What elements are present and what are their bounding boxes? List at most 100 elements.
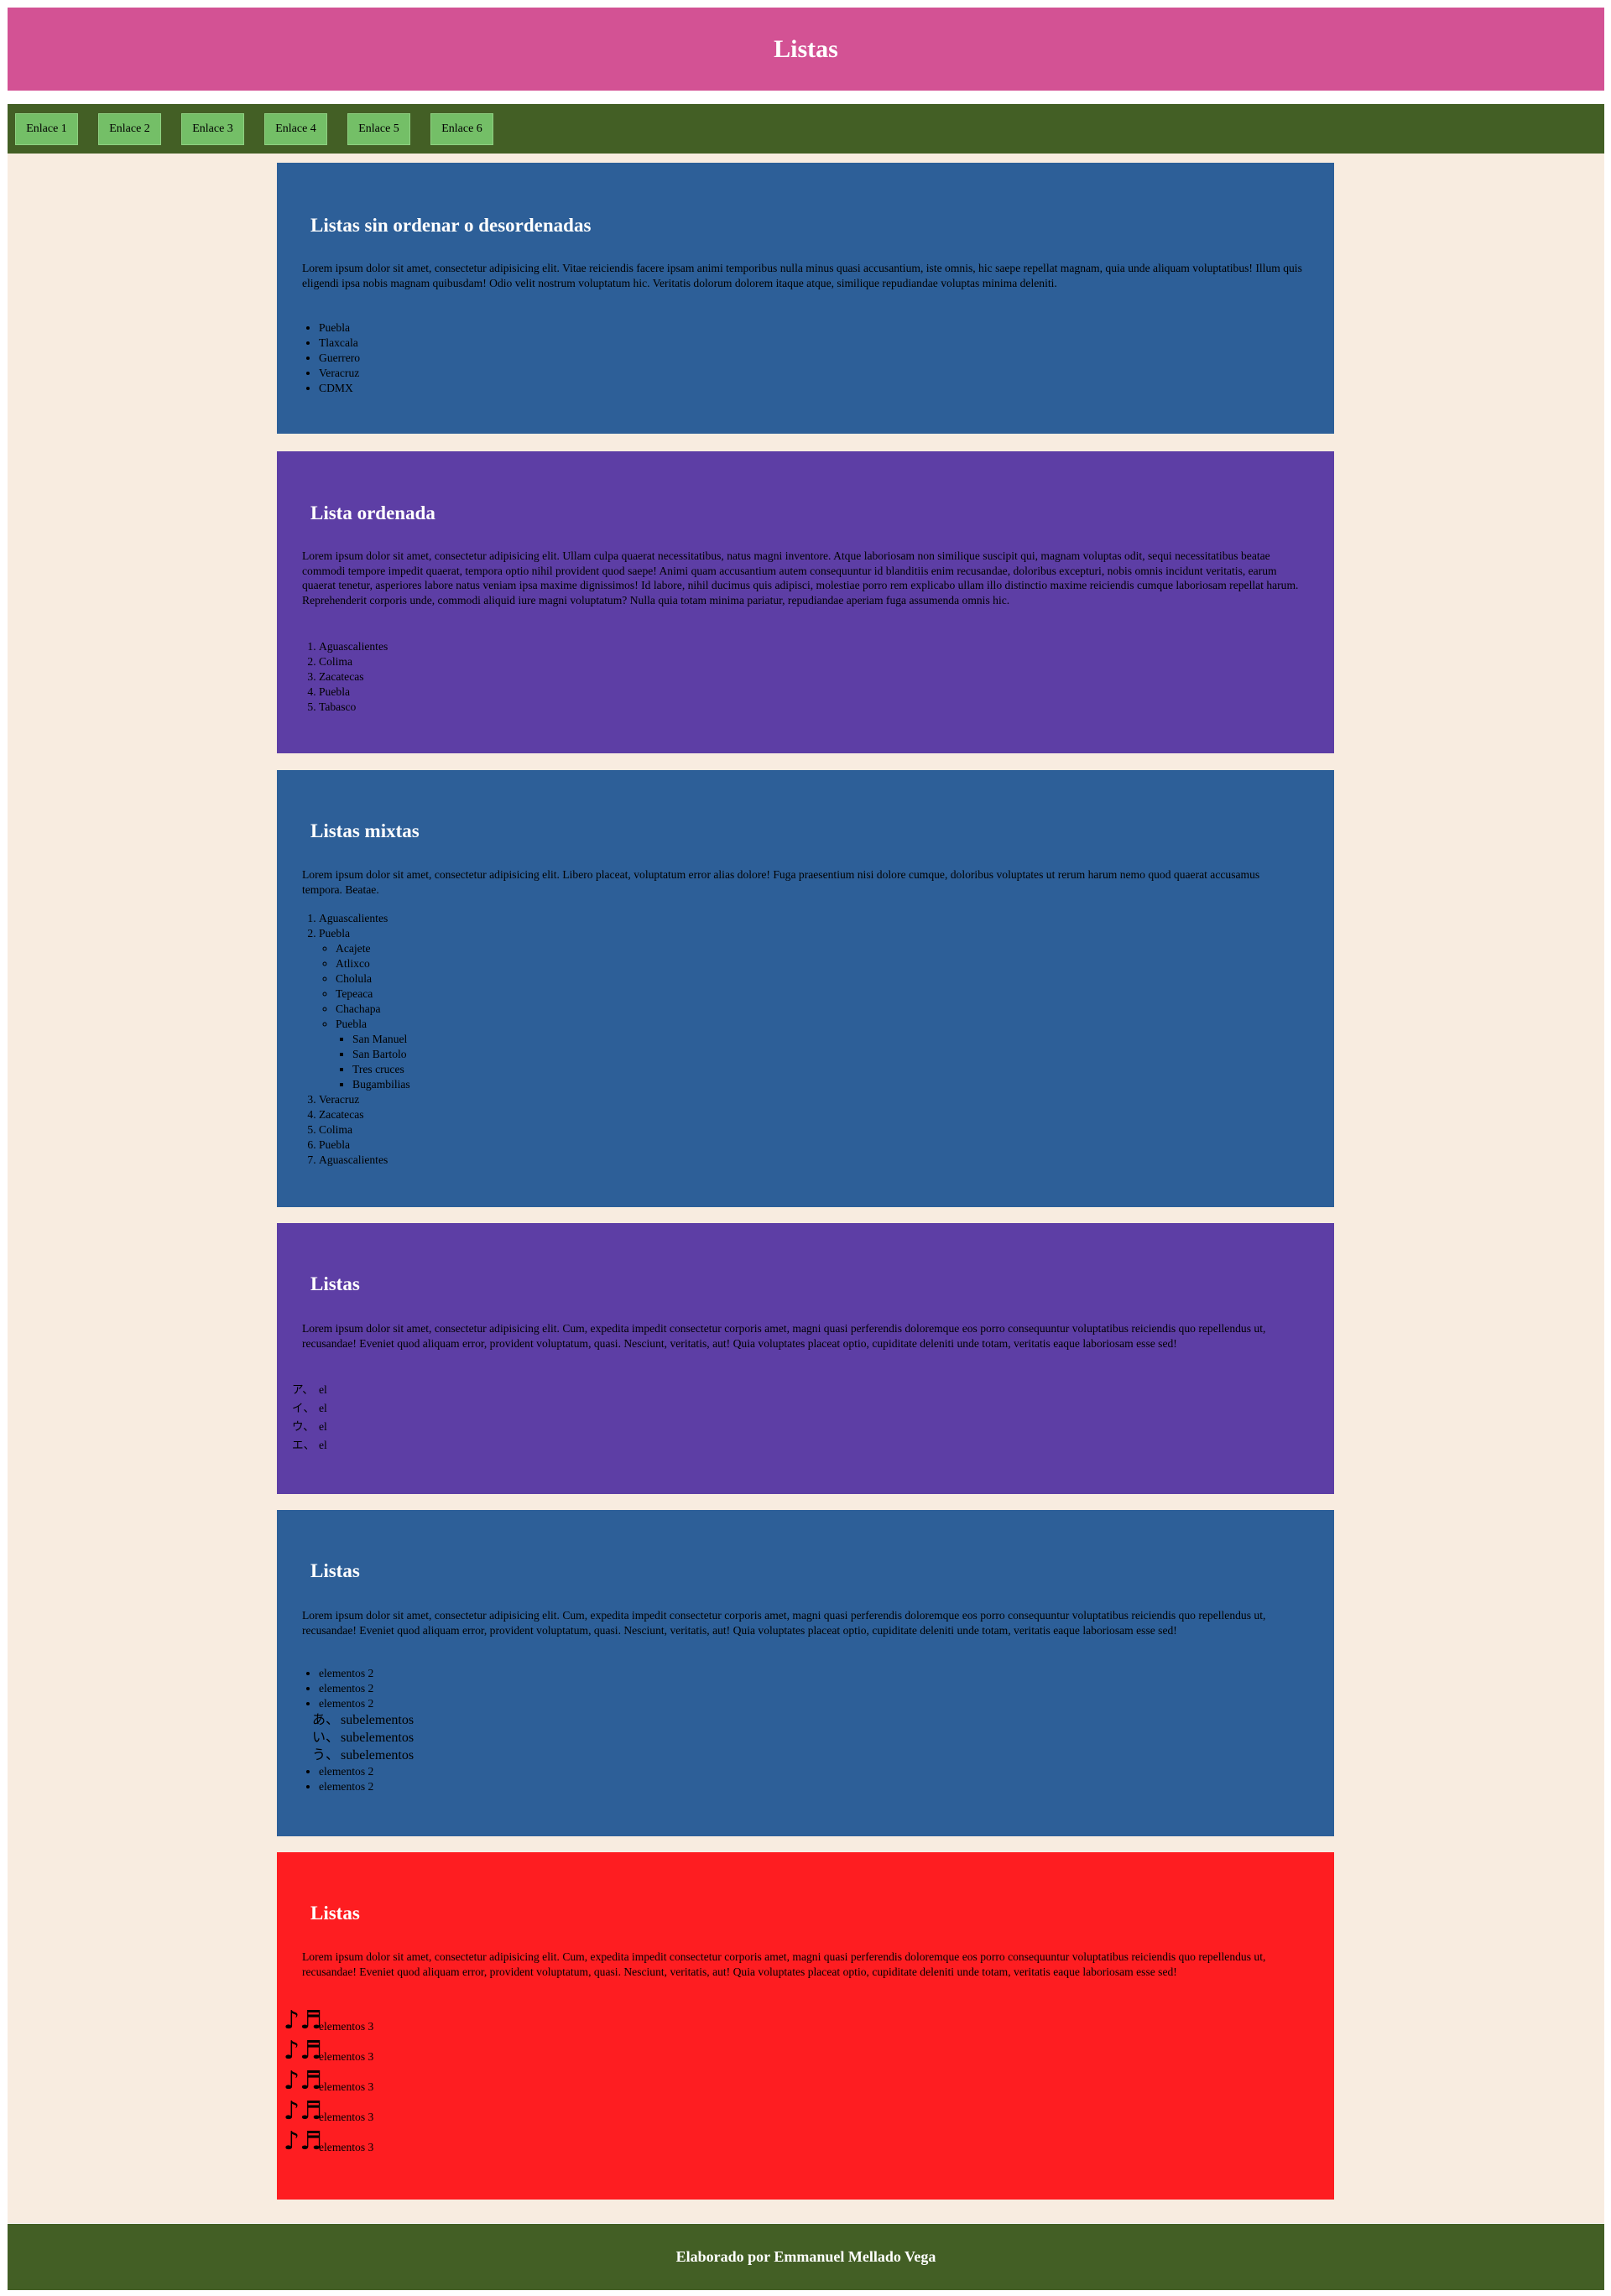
list-item: ♪♬ elementos 3 xyxy=(284,2003,373,2033)
main-nav: Enlace 1 Enlace 2 Enlace 3 Enlace 4 Enla… xyxy=(8,104,1604,154)
list-item-label: elementos 3 xyxy=(319,2141,374,2153)
hiragana-sublist: あ、 subelementos い、 subelementos う、 subeleme… xyxy=(312,1711,414,1764)
list-item-label: elementos 3 xyxy=(319,2050,374,2063)
nested-list: Acajete Atlixco Cholula Tepeaca Chachapa… xyxy=(319,941,410,1092)
section-title: Listas xyxy=(310,1560,360,1581)
list-item: ♪♬ elementos 3 xyxy=(284,2124,373,2154)
list-item: elementos 2 xyxy=(319,1764,414,1779)
nested-list-item: あ、 subelementos xyxy=(312,1711,414,1729)
list-item: Guerrero xyxy=(319,351,360,366)
music-note-icon: ♪♬ xyxy=(284,2096,323,2126)
list-item: Aguascalientes xyxy=(319,1153,410,1168)
list-marker: ウ、 xyxy=(292,1420,315,1433)
list-item: CDMX xyxy=(319,381,360,396)
nested-nested-list-item: Tres cruces xyxy=(352,1062,410,1077)
list-item-label: el xyxy=(319,1402,327,1414)
unordered-list: elementos 2 elementos 2 elementos 2 xyxy=(319,1666,414,1711)
footer-text: Elaborado por Emmanuel Mellado Vega xyxy=(675,2248,936,2265)
nav-link-2[interactable]: Enlace 2 xyxy=(98,112,161,145)
list-item: Tabasco xyxy=(319,700,388,715)
list-marker: あ、 xyxy=(312,1713,340,1727)
nested-list-item: Atlixco xyxy=(336,956,410,971)
music-note-icon: ♪♬ xyxy=(284,2066,323,2096)
list-item: Tlaxcala xyxy=(319,336,360,351)
list-marker: イ、 xyxy=(292,1402,315,1414)
section-title: Lista ordenada xyxy=(310,502,435,523)
list-item-label: elementos 3 xyxy=(319,2080,374,2093)
list-item: ♪♬ elementos 3 xyxy=(284,2064,373,2094)
nested-list-item: Tepeaca xyxy=(336,987,410,1002)
nested-list-item: Acajete xyxy=(336,941,410,956)
section-title: Listas mixtas xyxy=(310,820,420,841)
section-text: Lorem ipsum dolor sit amet, consectetur … xyxy=(302,1950,1266,1978)
list-item: Veracruz xyxy=(319,366,360,381)
list-item-label: elementos 3 xyxy=(319,2020,374,2033)
section-text: Lorem ipsum dolor sit amet, consectetur … xyxy=(302,549,1299,607)
mixed-hiragana-list: elementos 2 elementos 2 elementos 2 あ、su… xyxy=(312,1666,414,1794)
nested-nested-list-item: Bugambilias xyxy=(352,1077,410,1092)
list-item-label: el xyxy=(319,1439,327,1451)
section-mixed: Listas mixtas Lorem ipsum dolor sit amet… xyxy=(277,770,1334,1207)
nested-list-item: Puebla San Manuel San Bartolo Tres cruce… xyxy=(336,1017,410,1092)
list-item: Puebla xyxy=(319,320,360,336)
list-item-label: el xyxy=(319,1420,327,1433)
section-music: Listas Lorem ipsum dolor sit amet, conse… xyxy=(277,1852,1334,2200)
list-item: elementos 2 xyxy=(319,1779,414,1794)
katakana-list: ア、 el イ、 el ウ、 el エ、 el xyxy=(292,1381,327,1455)
nested-list-item: Cholula xyxy=(336,971,410,987)
nested-nested-list-item: San Manuel xyxy=(352,1032,410,1047)
nav-link-4[interactable]: Enlace 4 xyxy=(264,112,327,145)
list-item-label: Puebla xyxy=(319,927,350,940)
nav-link-3[interactable]: Enlace 3 xyxy=(181,112,244,145)
list-item-label: subelementos xyxy=(341,1748,414,1762)
list-item: Zacatecas xyxy=(319,1107,410,1122)
nav-link-6[interactable]: Enlace 6 xyxy=(430,112,493,145)
section-title: Listas sin ordenar o desordenadas xyxy=(310,215,592,236)
section-hiragana: Listas Lorem ipsum dolor sit amet, conse… xyxy=(277,1510,1334,1836)
mixed-list: Aguascalientes Puebla Acajete Atlixco Ch… xyxy=(319,911,410,1168)
unordered-list: Puebla Tlaxcala Guerrero Veracruz CDMX xyxy=(319,320,360,396)
nav-link-5[interactable]: Enlace 5 xyxy=(347,112,410,145)
list-item: ウ、 el xyxy=(292,1418,327,1436)
section-ordered: Lista ordenada Lorem ipsum dolor sit ame… xyxy=(277,451,1334,753)
page-title: Listas xyxy=(774,34,838,63)
list-marker: い、 xyxy=(312,1731,340,1745)
list-item: Veracruz xyxy=(319,1092,410,1107)
list-item: Colima xyxy=(319,1122,410,1138)
list-item-label: elementos 3 xyxy=(319,2111,374,2123)
section-text: Lorem ipsum dolor sit amet, consectetur … xyxy=(302,868,1260,896)
music-note-icon: ♪♬ xyxy=(284,2006,323,2035)
list-item: Colima xyxy=(319,654,388,669)
nav-link-1[interactable]: Enlace 1 xyxy=(15,112,78,145)
page-footer: Elaborado por Emmanuel Mellado Vega xyxy=(8,2224,1604,2290)
list-item: Puebla xyxy=(319,1138,410,1153)
list-item: elementos 2 xyxy=(319,1681,414,1696)
list-item: エ、 el xyxy=(292,1436,327,1455)
ordered-list: Aguascalientes Colima Zacatecas Puebla T… xyxy=(319,639,388,715)
list-marker: エ、 xyxy=(292,1439,315,1451)
list-item-label: Puebla xyxy=(336,1018,367,1030)
page-header: Listas xyxy=(8,8,1604,91)
section-text: Lorem ipsum dolor sit amet, consectetur … xyxy=(302,1609,1266,1637)
section-text: Lorem ipsum dolor sit amet, consectetur … xyxy=(302,1322,1266,1350)
list-item: elementos 2 xyxy=(319,1666,414,1681)
list-item: Zacatecas xyxy=(319,669,388,685)
list-item: Aguascalientes xyxy=(319,911,410,926)
section-unordered: Listas sin ordenar o desordenadas Lorem … xyxy=(277,163,1334,434)
section-katakana: Listas Lorem ipsum dolor sit amet, conse… xyxy=(277,1223,1334,1494)
unordered-list: elementos 2 elementos 2 xyxy=(319,1764,414,1794)
list-marker: う、 xyxy=(312,1748,340,1762)
list-item: イ、 el xyxy=(292,1399,327,1418)
main-content: Listas sin ordenar o desordenadas Lorem … xyxy=(8,154,1604,2223)
list-item: ♪♬ elementos 3 xyxy=(284,2033,373,2064)
list-item-label: el xyxy=(319,1383,327,1396)
list-item: elementos 2 xyxy=(319,1696,414,1711)
section-text: Lorem ipsum dolor sit amet, consectetur … xyxy=(302,262,1302,289)
section-title: Listas xyxy=(310,1903,360,1924)
music-note-icon: ♪♬ xyxy=(284,2036,323,2065)
music-list: ♪♬ elementos 3 ♪♬ elementos 3 ♪♬ elementos … xyxy=(284,2003,373,2154)
nested-list-item: い、 subelementos xyxy=(312,1729,414,1747)
list-item: Puebla xyxy=(319,685,388,700)
nested-nested-list-item: San Bartolo xyxy=(352,1047,410,1062)
list-item: Puebla Acajete Atlixco Cholula Tepeaca C… xyxy=(319,926,410,1092)
